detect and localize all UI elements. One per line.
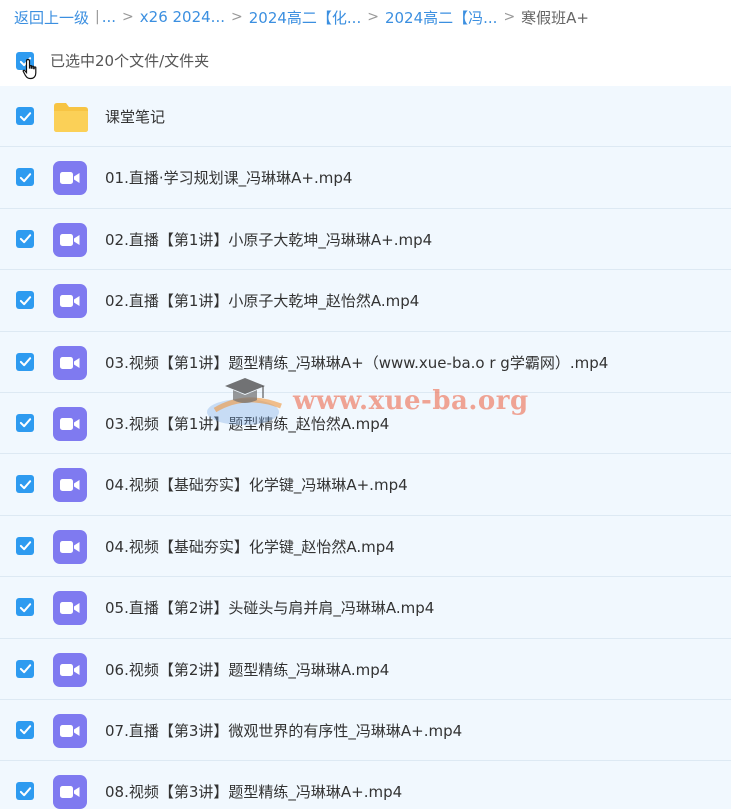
checkmark-icon xyxy=(19,480,31,490)
file-row[interactable]: 04.视频【基础夯实】化学键_赵怡然A.mp4 xyxy=(0,515,731,578)
file-checkbox[interactable] xyxy=(16,107,34,125)
video-file-icon xyxy=(53,775,87,809)
file-row[interactable]: 03.视频【第1讲】题型精练_冯琳琳A+（www.xue-ba.o r g学霸网… xyxy=(0,331,731,393)
file-name[interactable]: 01.直播·学习规划课_冯琳琳A+.mp4 xyxy=(105,167,352,188)
hand-pointer-icon xyxy=(22,58,40,84)
file-checkbox[interactable] xyxy=(16,659,34,678)
file-checkbox[interactable] xyxy=(16,782,34,801)
file-checkbox[interactable] xyxy=(16,475,34,494)
selection-count-label: 已选中20个文件/文件夹 xyxy=(50,52,210,70)
file-checkbox[interactable] xyxy=(16,413,34,432)
file-checkbox[interactable] xyxy=(16,291,34,310)
file-row[interactable]: 07.直播【第3讲】微观世界的有序性_冯琳琳A+.mp4 xyxy=(0,699,731,762)
file-checkbox[interactable] xyxy=(16,536,34,555)
file-checkbox[interactable] xyxy=(16,352,34,371)
file-row[interactable]: 02.直播【第1讲】小原子大乾坤_冯琳琳A+.mp4 xyxy=(0,208,731,271)
breadcrumb-separator: | xyxy=(95,9,100,25)
video-file-icon xyxy=(53,713,87,748)
file-name[interactable]: 04.视频【基础夯实】化学键_赵怡然A.mp4 xyxy=(105,536,395,557)
breadcrumb-item-chemistry[interactable]: 2024高二【化... xyxy=(249,7,361,28)
selection-bar: 已选中20个文件/文件夹 xyxy=(0,42,731,80)
file-name[interactable]: 02.直播【第1讲】小原子大乾坤_冯琳琳A+.mp4 xyxy=(105,229,432,250)
breadcrumb-item-feng[interactable]: 2024高二【冯... xyxy=(385,7,497,28)
breadcrumb: 返回上一级 | ... > x26 2024... > 2024高二【化... … xyxy=(14,0,731,34)
file-row[interactable]: 08.视频【第3讲】题型精练_冯琳琳A+.mp4 xyxy=(0,761,731,809)
file-row[interactable]: 02.直播【第1讲】小原子大乾坤_赵怡然A.mp4 xyxy=(0,270,731,332)
file-name[interactable]: 05.直播【第2讲】头碰头与肩并肩_冯琳琳A.mp4 xyxy=(105,597,434,618)
video-file-icon xyxy=(53,468,87,503)
checkmark-icon xyxy=(19,418,31,428)
video-file-icon xyxy=(53,161,87,196)
file-checkbox[interactable] xyxy=(16,168,34,187)
file-name[interactable]: 07.直播【第3讲】微观世界的有序性_冯琳琳A+.mp4 xyxy=(105,720,462,741)
file-name[interactable]: 02.直播【第1讲】小原子大乾坤_赵怡然A.mp4 xyxy=(105,290,419,311)
video-file-icon xyxy=(53,406,87,441)
file-checkbox[interactable] xyxy=(16,229,34,248)
video-file-icon xyxy=(53,284,87,319)
breadcrumb-separator: > xyxy=(503,9,516,25)
video-file-icon xyxy=(53,529,87,564)
file-name[interactable]: 06.视频【第2讲】题型精练_冯琳琳A.mp4 xyxy=(105,659,389,680)
checkmark-icon xyxy=(19,602,31,612)
breadcrumb-separator: > xyxy=(231,9,243,25)
file-name[interactable]: 课堂笔记 xyxy=(105,106,165,127)
checkmark-icon xyxy=(19,725,31,735)
checkmark-icon xyxy=(19,357,31,367)
checkmark-icon xyxy=(19,541,31,551)
breadcrumb-item-x26[interactable]: x26 2024... xyxy=(140,8,225,26)
file-checkbox[interactable] xyxy=(16,598,34,617)
file-name[interactable]: 03.视频【第1讲】题型精练_赵怡然A.mp4 xyxy=(105,413,389,434)
breadcrumb-back-link[interactable]: 返回上一级 xyxy=(14,7,89,28)
checkmark-icon xyxy=(19,173,31,183)
file-row[interactable]: 01.直播·学习规划课_冯琳琳A+.mp4 xyxy=(0,147,731,209)
checkmark-icon xyxy=(19,234,31,244)
breadcrumb-separator: > xyxy=(122,9,134,25)
file-row[interactable]: 04.视频【基础夯实】化学键_冯琳琳A+.mp4 xyxy=(0,454,731,516)
breadcrumb-separator: > xyxy=(367,9,379,25)
file-list: 课堂笔记 01.直播·学习规划课_冯琳琳A+.mp4 02.直播【第1讲】小原子大乾… xyxy=(0,86,731,809)
video-file-icon xyxy=(53,591,87,626)
file-row[interactable]: 05.直播【第2讲】头碰头与肩并肩_冯琳琳A.mp4 xyxy=(0,577,731,639)
checkmark-icon xyxy=(19,787,31,797)
breadcrumb-ellipsis[interactable]: ... xyxy=(102,8,116,26)
file-checkbox[interactable] xyxy=(16,720,34,739)
checkmark-icon xyxy=(19,664,31,674)
file-row[interactable]: 06.视频【第2讲】题型精练_冯琳琳A.mp4 xyxy=(0,638,731,700)
checkmark-icon xyxy=(19,111,31,121)
folder-icon xyxy=(53,101,88,135)
file-row[interactable]: 课堂笔记 xyxy=(0,86,731,148)
video-file-icon xyxy=(53,345,87,380)
breadcrumb-current: 寒假班A+ xyxy=(521,8,590,27)
video-file-icon xyxy=(53,652,87,687)
file-name[interactable]: 08.视频【第3讲】题型精练_冯琳琳A+.mp4 xyxy=(105,781,402,802)
file-name[interactable]: 04.视频【基础夯实】化学键_冯琳琳A+.mp4 xyxy=(105,474,408,495)
checkmark-icon xyxy=(19,295,31,305)
file-name[interactable]: 03.视频【第1讲】题型精练_冯琳琳A+（www.xue-ba.o r g学霸网… xyxy=(105,352,608,373)
video-file-icon xyxy=(53,222,87,257)
file-row[interactable]: 03.视频【第1讲】题型精练_赵怡然A.mp4 xyxy=(0,392,731,455)
